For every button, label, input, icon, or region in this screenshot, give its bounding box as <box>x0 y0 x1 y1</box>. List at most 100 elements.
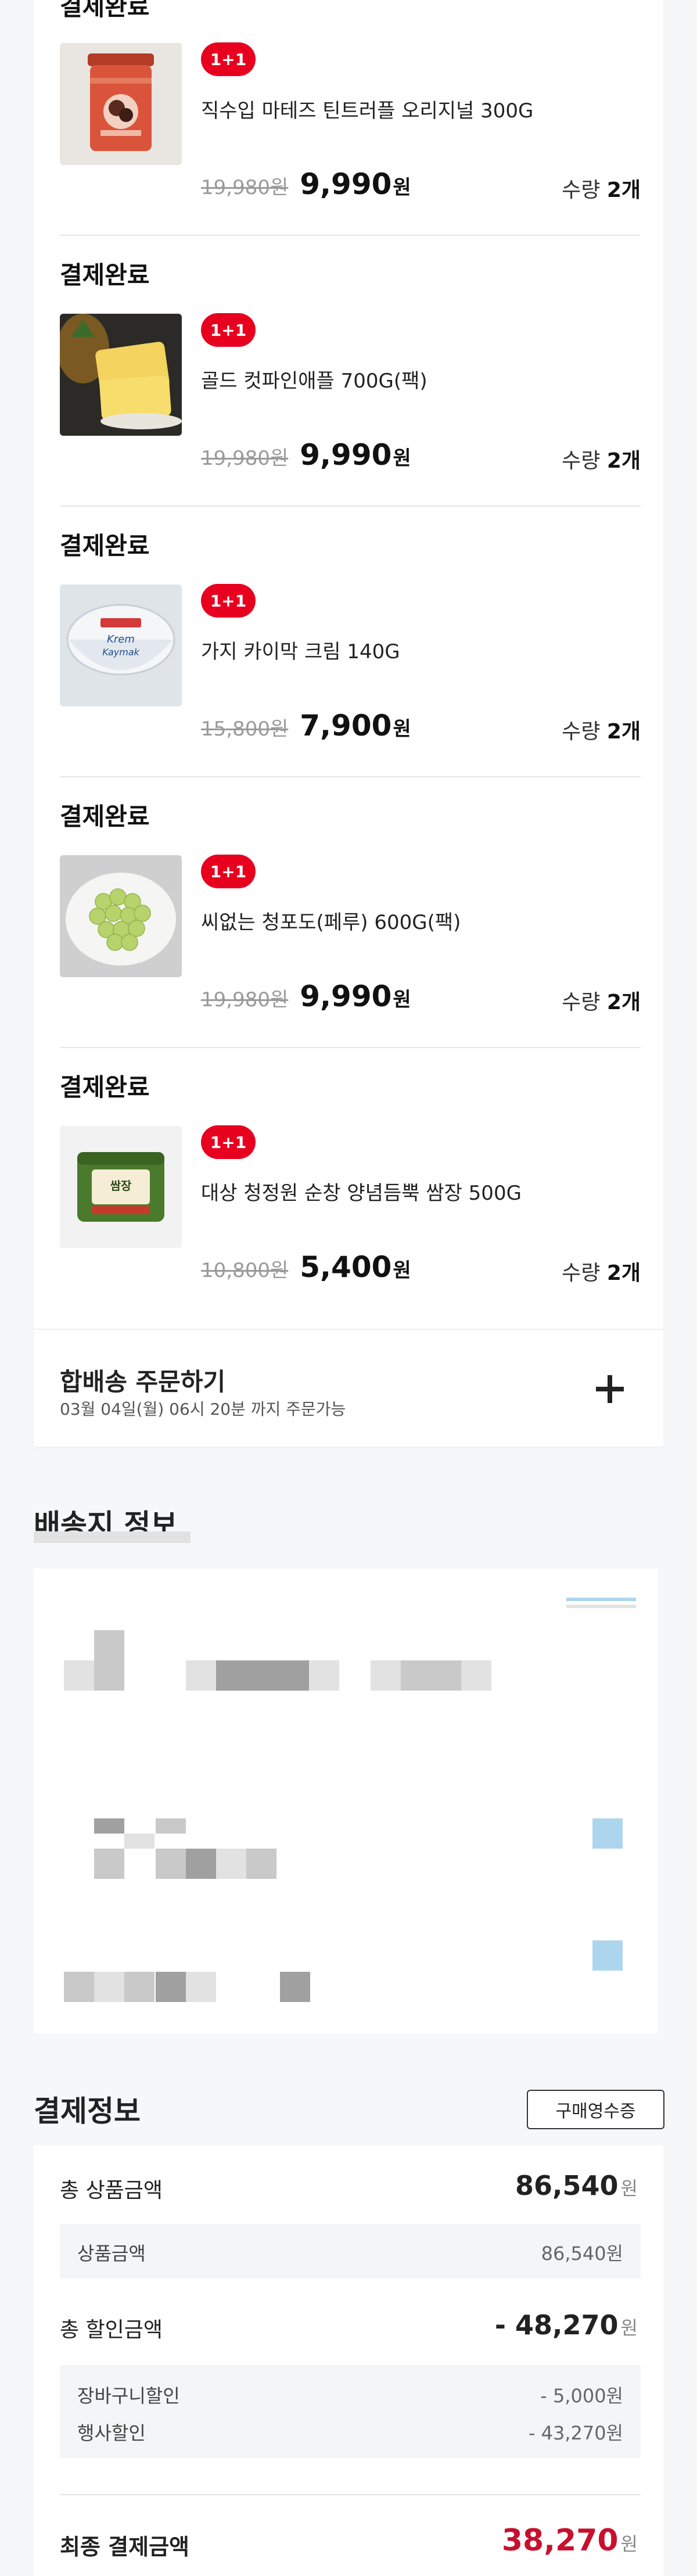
redacted-area <box>246 1849 276 1879</box>
promo-badge: 1+1 <box>201 42 256 76</box>
order-status: 결제완료 <box>60 532 150 560</box>
product-name[interactable]: 대상 청정원 순창 양념듬뿍 쌈장 500G <box>201 1177 522 1206</box>
order-items-card: 결제완료 1+1 직수입 마테즈 틴트러플 오리지널 300G 19,980원 … <box>34 0 663 1447</box>
quantity-value: 2개 <box>606 449 641 473</box>
pineapple-image[interactable] <box>60 314 182 436</box>
cart-discount-value: - 5,000원 <box>540 2385 623 2407</box>
redacted-area <box>156 1818 186 1834</box>
currency-unit: 원 <box>620 2317 638 2339</box>
order-status: 결제완료 <box>60 1073 150 1102</box>
quantity: 수량 2개 <box>562 1256 641 1286</box>
total-discount-label: 총 할인금액 <box>60 2318 163 2342</box>
redacted-area <box>156 1849 186 1879</box>
redacted-area <box>64 1972 94 2002</box>
redacted-area <box>94 1849 124 1879</box>
sale-price: 9,990 <box>300 167 392 201</box>
total-product-label: 총 상품금액 <box>60 2179 163 2202</box>
promo-badge: 1+1 <box>201 855 256 888</box>
bundle-order-button[interactable]: 합배송 주문하기 03월 04일(월) 06시 20분 까지 주문가능 <box>34 1329 663 1447</box>
ssamjang-tub-image[interactable]: 쌈장 <box>60 1126 182 1248</box>
original-price: 19,980원 <box>201 447 289 470</box>
discount-detail-box: 장바구니할인 - 5,000원 행사할인 - 43,270원 <box>60 2365 641 2458</box>
order-item[interactable]: 결제완료 1+1 씨없는 청포도(페루) 600G(팩) 19,980원 9,9… <box>60 777 641 1048</box>
original-price: 15,800원 <box>201 717 289 741</box>
quantity-label: 수량 <box>562 1261 601 1285</box>
order-detail-page: 결제완료 1+1 직수입 마테즈 틴트러플 오리지널 300G 19,980원 … <box>0 0 697 2576</box>
quantity: 수량 2개 <box>562 444 641 474</box>
product-amount-value: 86,540원 <box>541 2243 623 2265</box>
payment-section-title: 결제정보 <box>34 2094 141 2128</box>
redacted-area <box>94 1972 124 2002</box>
redacted-area <box>34 1531 191 1543</box>
original-price: 10,800원 <box>201 1259 289 1282</box>
redacted-area <box>216 1849 246 1879</box>
bundle-order-title: 합배송 주문하기 <box>60 1368 226 1396</box>
kaymak-cup-image[interactable]: Krem Kaymak <box>60 584 182 706</box>
total-product-value: 86,540 <box>515 2170 619 2201</box>
quantity-value: 2개 <box>606 1261 641 1285</box>
redacted-area <box>216 1660 309 1691</box>
order-item[interactable]: 결제완료 쌈장 1+1 대상 청정원 순창 양념듬뿍 쌈장 500G 10,80… <box>60 1048 641 1328</box>
redacted-area <box>94 1630 124 1660</box>
redacted-area <box>186 1972 216 2002</box>
truffle-tin-image[interactable] <box>60 43 182 165</box>
quantity-value: 2개 <box>606 991 641 1014</box>
quantity-value: 2개 <box>606 178 641 202</box>
product-name[interactable]: 씨없는 청포도(페루) 600G(팩) <box>201 906 461 935</box>
order-status: 결제완료 <box>60 802 150 831</box>
redacted-area <box>280 1972 310 2002</box>
quantity-label: 수량 <box>562 991 601 1014</box>
product-name[interactable]: 가지 카이막 크림 140G <box>201 636 400 664</box>
redacted-area <box>94 1660 124 1691</box>
redacted-area <box>371 1660 401 1691</box>
redacted-area <box>401 1660 461 1691</box>
event-discount-label: 행사할인 <box>77 2422 146 2444</box>
promo-badge: 1+1 <box>201 1125 256 1159</box>
plus-icon[interactable] <box>591 1370 628 1408</box>
svg-text:쌈장: 쌈장 <box>110 1179 132 1193</box>
quantity-label: 수량 <box>562 449 601 473</box>
promo-badge: 1+1 <box>201 313 256 347</box>
purchase-receipt-button[interactable]: 구매영수증 <box>527 2090 664 2129</box>
price-row: 19,980원 9,990 원 <box>201 438 411 472</box>
currency-unit: 원 <box>393 717 411 741</box>
order-item[interactable]: 결제완료 Krem Kaymak 1+1 가지 카이막 크림 140G 15,8… <box>60 507 641 777</box>
quantity: 수량 2개 <box>562 985 641 1016</box>
product-name[interactable]: 직수입 마테즈 틴트러플 오리지널 300G <box>201 95 533 123</box>
promo-badge: 1+1 <box>201 584 256 618</box>
total-product-amount: 86,540 원 <box>515 2170 638 2201</box>
delivery-info-card <box>34 1569 658 2033</box>
currency-unit: 원 <box>620 2177 638 2200</box>
currency-unit: 원 <box>393 176 411 199</box>
product-amount-box: 상품금액 86,540원 <box>60 2224 641 2279</box>
redacted-area <box>592 1818 623 1849</box>
svg-text:Kaymak: Kaymak <box>102 647 140 658</box>
final-payment-amount: 38,270 원 <box>502 2523 638 2558</box>
order-item[interactable]: 결제완료 1+1 직수입 마테즈 틴트러플 오리지널 300G 19,980원 … <box>60 0 641 235</box>
order-item[interactable]: 결제완료 1+1 골드 컷파인애플 700G(팩) 19,980원 9,990 … <box>60 236 641 507</box>
quantity-label: 수량 <box>562 178 601 202</box>
divider <box>60 2494 641 2495</box>
event-discount-value: - 43,270원 <box>528 2422 623 2444</box>
payment-info-card: 총 상품금액 86,540 원 상품금액 86,540원 총 할인금액 - 48,… <box>34 2146 663 2576</box>
currency-unit: 원 <box>393 447 411 470</box>
green-grapes-image[interactable] <box>60 855 182 977</box>
redacted-area <box>94 1818 124 1834</box>
sale-price: 7,900 <box>300 709 392 742</box>
original-price: 19,980원 <box>201 988 289 1011</box>
redacted-area <box>566 1605 636 1608</box>
quantity: 수량 2개 <box>562 173 641 203</box>
product-name[interactable]: 골드 컷파인애플 700G(팩) <box>201 365 427 393</box>
price-row: 10,800원 5,400 원 <box>201 1250 411 1284</box>
order-status: 결제완료 <box>60 0 150 21</box>
cart-discount-label: 장바구니할인 <box>77 2385 180 2407</box>
price-row: 19,980원 9,990 원 <box>201 980 411 1013</box>
sale-price: 9,990 <box>300 980 392 1013</box>
redacted-area <box>309 1660 339 1691</box>
quantity-label: 수량 <box>562 720 601 744</box>
quantity-value: 2개 <box>606 720 641 744</box>
total-discount-value: - 48,270 <box>494 2309 619 2341</box>
original-price: 19,980원 <box>201 176 289 199</box>
final-payment-value: 38,270 <box>501 2523 619 2558</box>
final-payment-label: 최종 결제금액 <box>60 2534 189 2560</box>
